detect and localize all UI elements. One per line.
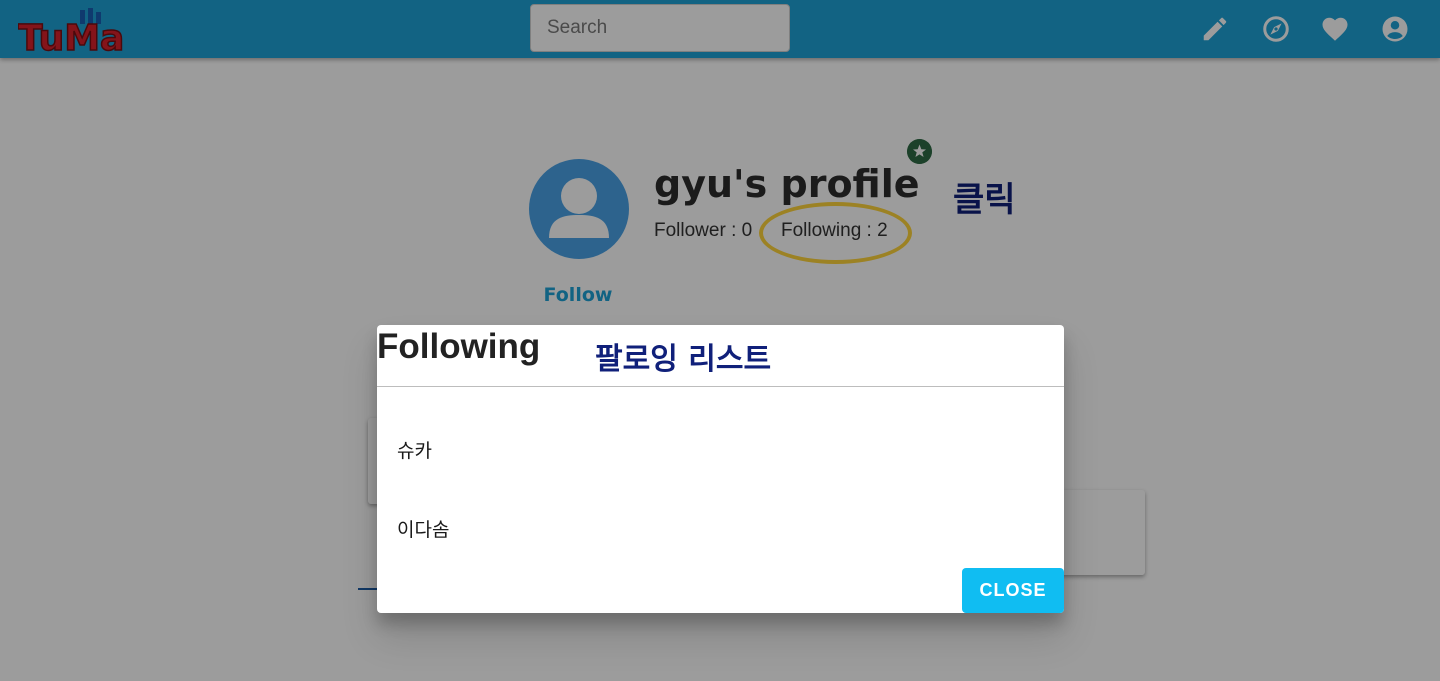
following-list-item[interactable]: 이다솜 xyxy=(397,515,449,542)
dialog-title: Following xyxy=(377,327,541,366)
following-list-annotation: 팔로잉 리스트 xyxy=(595,342,772,377)
dialog-divider xyxy=(377,386,1064,387)
following-list-item[interactable]: 슈카 xyxy=(397,436,432,463)
close-button[interactable]: CLOSE xyxy=(962,568,1064,613)
following-dialog: Following 팔로잉 리스트 슈카 이다솜 CLOSE xyxy=(377,325,1064,613)
